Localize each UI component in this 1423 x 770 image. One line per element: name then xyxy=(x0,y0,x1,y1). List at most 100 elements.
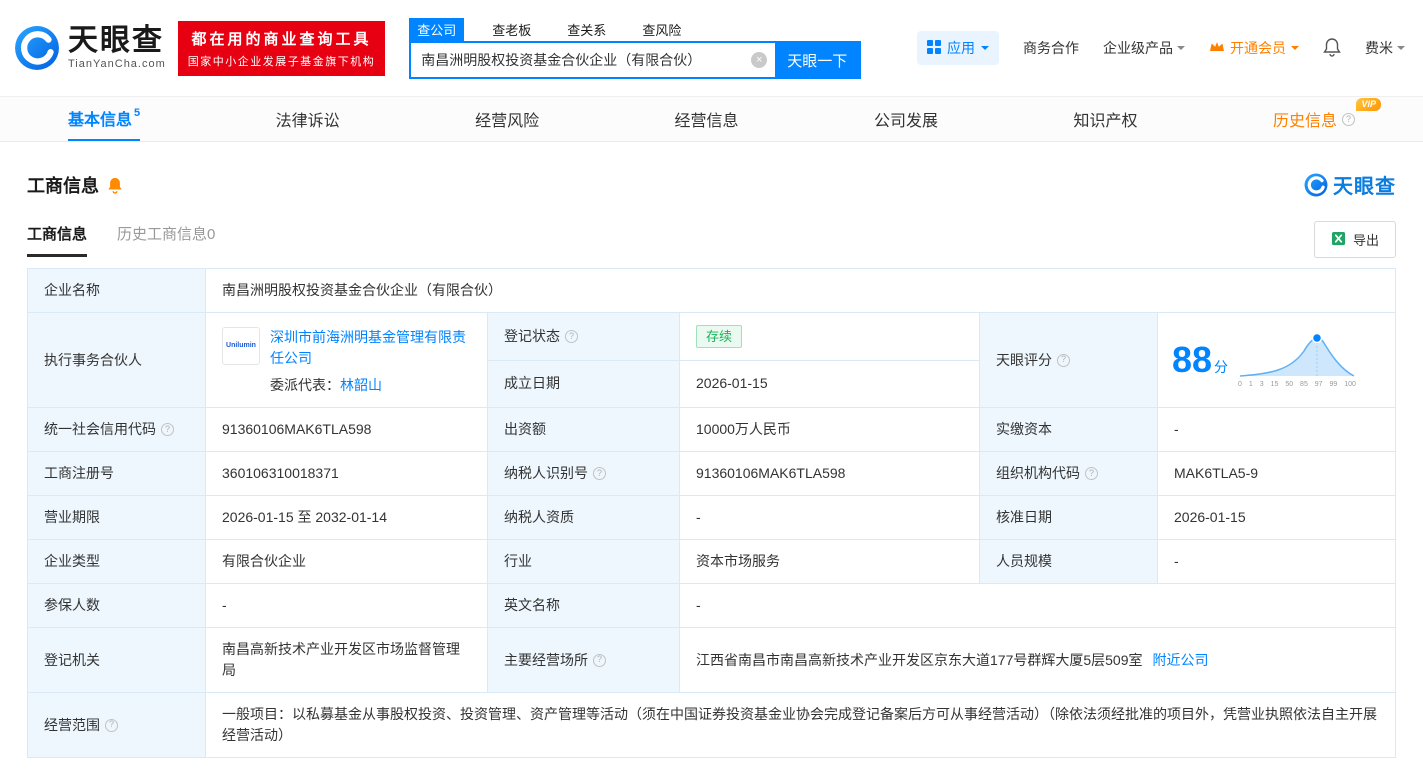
field-label: 执行事务合伙人 xyxy=(44,350,142,371)
table-row: 经营范围 一般项目：以私募基金从事股权投资、投资管理、资产管理等活动（须在中国证… xyxy=(28,693,1396,758)
org-code-value-cell: MAK6TLA5-9 xyxy=(1158,452,1396,496)
business-cooperation-label: 商务合作 xyxy=(1023,38,1079,58)
slogan-line1: 都在用的商业查询工具 xyxy=(188,28,376,49)
tab-label: 经营信息 xyxy=(675,107,739,131)
partner-company-link[interactable]: 深圳市前海洲明基金管理有限责任公司 xyxy=(270,327,471,369)
search-tabs: 查公司 查老板 查关系 查风险 xyxy=(409,17,861,41)
field-value: 10000万人民币 xyxy=(696,419,791,440)
status-badge: 存续 xyxy=(696,325,742,349)
company-type-label-cell: 企业类型 xyxy=(28,540,206,584)
representative-link[interactable]: 林韶山 xyxy=(340,377,382,393)
field-value: 有限合伙企业 xyxy=(222,551,306,572)
field-label: 成立日期 xyxy=(504,373,560,394)
search-button[interactable]: 天眼一下 xyxy=(775,43,859,77)
tab-legal-litigation[interactable]: 法律诉讼 xyxy=(276,97,340,141)
watermark-brand-label: 天眼查 xyxy=(1333,170,1396,199)
tianyancha-swirl-icon xyxy=(1304,173,1328,197)
subtab-business-info[interactable]: 工商信息 xyxy=(27,223,87,257)
tab-operation-risk[interactable]: 经营风险 xyxy=(475,97,539,141)
field-label: 行业 xyxy=(504,551,532,572)
status-value-cell: 存续 xyxy=(680,313,980,361)
export-label: 导出 xyxy=(1353,230,1379,249)
search-tab-relation[interactable]: 查关系 xyxy=(559,18,614,41)
tick-label: 100 xyxy=(1344,380,1356,391)
brand-name: 天眼查 xyxy=(68,25,166,57)
search-tab-risk[interactable]: 查风险 xyxy=(634,18,689,41)
field-value: - xyxy=(696,595,701,616)
score-axis-ticks: 0 1 3 15 50 85 97 99 100 xyxy=(1238,380,1356,391)
section-nav: 基本信息 5 法律诉讼 经营风险 经营信息 公司发展 知识产权 VIP 历史信息 xyxy=(0,96,1423,142)
apps-button[interactable]: 应用 xyxy=(917,31,999,65)
tab-company-development[interactable]: 公司发展 xyxy=(874,97,938,141)
field-value: - xyxy=(222,595,227,616)
section-title: 工商信息 xyxy=(27,172,99,198)
tab-operation-info[interactable]: 经营信息 xyxy=(675,97,739,141)
business-cooperation-link[interactable]: 商务合作 xyxy=(1023,38,1079,58)
search-tab-boss[interactable]: 查老板 xyxy=(484,18,539,41)
help-icon[interactable] xyxy=(565,330,578,343)
reg-number-value-cell: 360106310018371 xyxy=(206,452,488,496)
field-label: 天眼评分 xyxy=(996,350,1052,371)
company-name-label-cell: 企业名称 xyxy=(28,269,206,313)
partner-text: 深圳市前海洲明基金管理有限责任公司 委派代表：林韶山 xyxy=(270,327,471,396)
open-vip-button[interactable]: 开通会员 xyxy=(1209,38,1299,58)
score-value: 88 xyxy=(1172,339,1212,380)
subtab-history-business-info[interactable]: 历史工商信息0 xyxy=(117,223,215,257)
clear-icon[interactable] xyxy=(751,52,767,68)
representative-line: 委派代表：林韶山 xyxy=(270,375,471,396)
tianyancha-logo[interactable]: 天眼查 TianYanCha.com xyxy=(14,25,166,71)
logo-text: 天眼查 TianYanCha.com xyxy=(68,25,166,70)
search-tab-company[interactable]: 查公司 xyxy=(409,18,464,41)
table-row: 统一社会信用代码 91360106MAK6TLA598 出资额 10000万人民… xyxy=(28,408,1396,452)
tick-label: 97 xyxy=(1315,380,1323,391)
main-content: 工商信息 天眼查 工商信息 历史工商信息0 xyxy=(0,170,1423,758)
help-icon[interactable] xyxy=(161,423,174,436)
field-label: 组织机构代码 xyxy=(996,463,1080,484)
subscribe-bell-icon[interactable] xyxy=(107,176,123,194)
help-icon[interactable] xyxy=(593,654,606,667)
tab-label: 法律诉讼 xyxy=(276,107,340,131)
crown-icon xyxy=(1209,40,1225,56)
user-menu[interactable]: 费米 xyxy=(1365,38,1405,58)
taxpayer-id-label-cell: 纳税人识别号 xyxy=(488,452,680,496)
enterprise-products-menu[interactable]: 企业级产品 xyxy=(1103,38,1185,58)
table-row: 参保人数 - 英文名称 - xyxy=(28,584,1396,628)
help-icon[interactable] xyxy=(105,719,118,732)
excel-icon xyxy=(1331,231,1346,249)
help-icon[interactable] xyxy=(1085,467,1098,480)
insured-value-cell: - xyxy=(206,584,488,628)
field-value: 91360106MAK6TLA598 xyxy=(222,419,371,440)
tab-history-info[interactable]: VIP 历史信息 xyxy=(1273,97,1355,141)
partner-label-cell: 执行事务合伙人 xyxy=(28,313,206,408)
staff-size-value-cell: - xyxy=(1158,540,1396,584)
help-icon[interactable] xyxy=(1342,113,1355,126)
export-button[interactable]: 导出 xyxy=(1314,221,1396,258)
search-input[interactable] xyxy=(411,43,751,77)
field-value: 2026-01-15 xyxy=(696,373,768,394)
field-value: 南昌高新技术产业开发区市场监督管理局 xyxy=(222,639,471,681)
reg-number-label-cell: 工商注册号 xyxy=(28,452,206,496)
help-icon[interactable] xyxy=(593,467,606,480)
field-label: 人员规模 xyxy=(996,551,1052,572)
notification-bell-icon[interactable] xyxy=(1323,37,1341,60)
tianyancha-watermark-logo: 天眼查 xyxy=(1304,170,1396,199)
company-name-value: 南昌洲明股权投资基金合伙企业（有限合伙） xyxy=(222,280,502,301)
tab-basic-info[interactable]: 基本信息 5 xyxy=(68,97,140,141)
field-label: 登记状态 xyxy=(504,326,560,347)
search-block: 查公司 查老板 查关系 查风险 天眼一下 xyxy=(409,17,861,79)
field-value: 2026-01-15 xyxy=(1174,507,1246,528)
partner-cell: Unilumin 深圳市前海洲明基金管理有限责任公司 委派代表：林韶山 xyxy=(206,313,488,408)
tick-label: 50 xyxy=(1285,380,1293,391)
taxpayer-id-value-cell: 91360106MAK6TLA598 xyxy=(680,452,980,496)
table-row: 工商注册号 360106310018371 纳税人识别号 91360106MAK… xyxy=(28,452,1396,496)
field-value: 2026-01-15 至 2032-01-14 xyxy=(222,507,387,528)
apps-label: 应用 xyxy=(947,38,975,58)
tab-intellectual-property[interactable]: 知识产权 xyxy=(1073,97,1137,141)
approval-date-value-cell: 2026-01-15 xyxy=(1158,496,1396,540)
nearby-companies-link[interactable]: 附近公司 xyxy=(1153,650,1209,671)
tick-label: 1 xyxy=(1249,380,1253,391)
field-value: - xyxy=(696,507,701,528)
brand-domain: TianYanCha.com xyxy=(68,59,166,71)
business-term-value-cell: 2026-01-15 至 2032-01-14 xyxy=(206,496,488,540)
help-icon[interactable] xyxy=(1057,354,1070,367)
